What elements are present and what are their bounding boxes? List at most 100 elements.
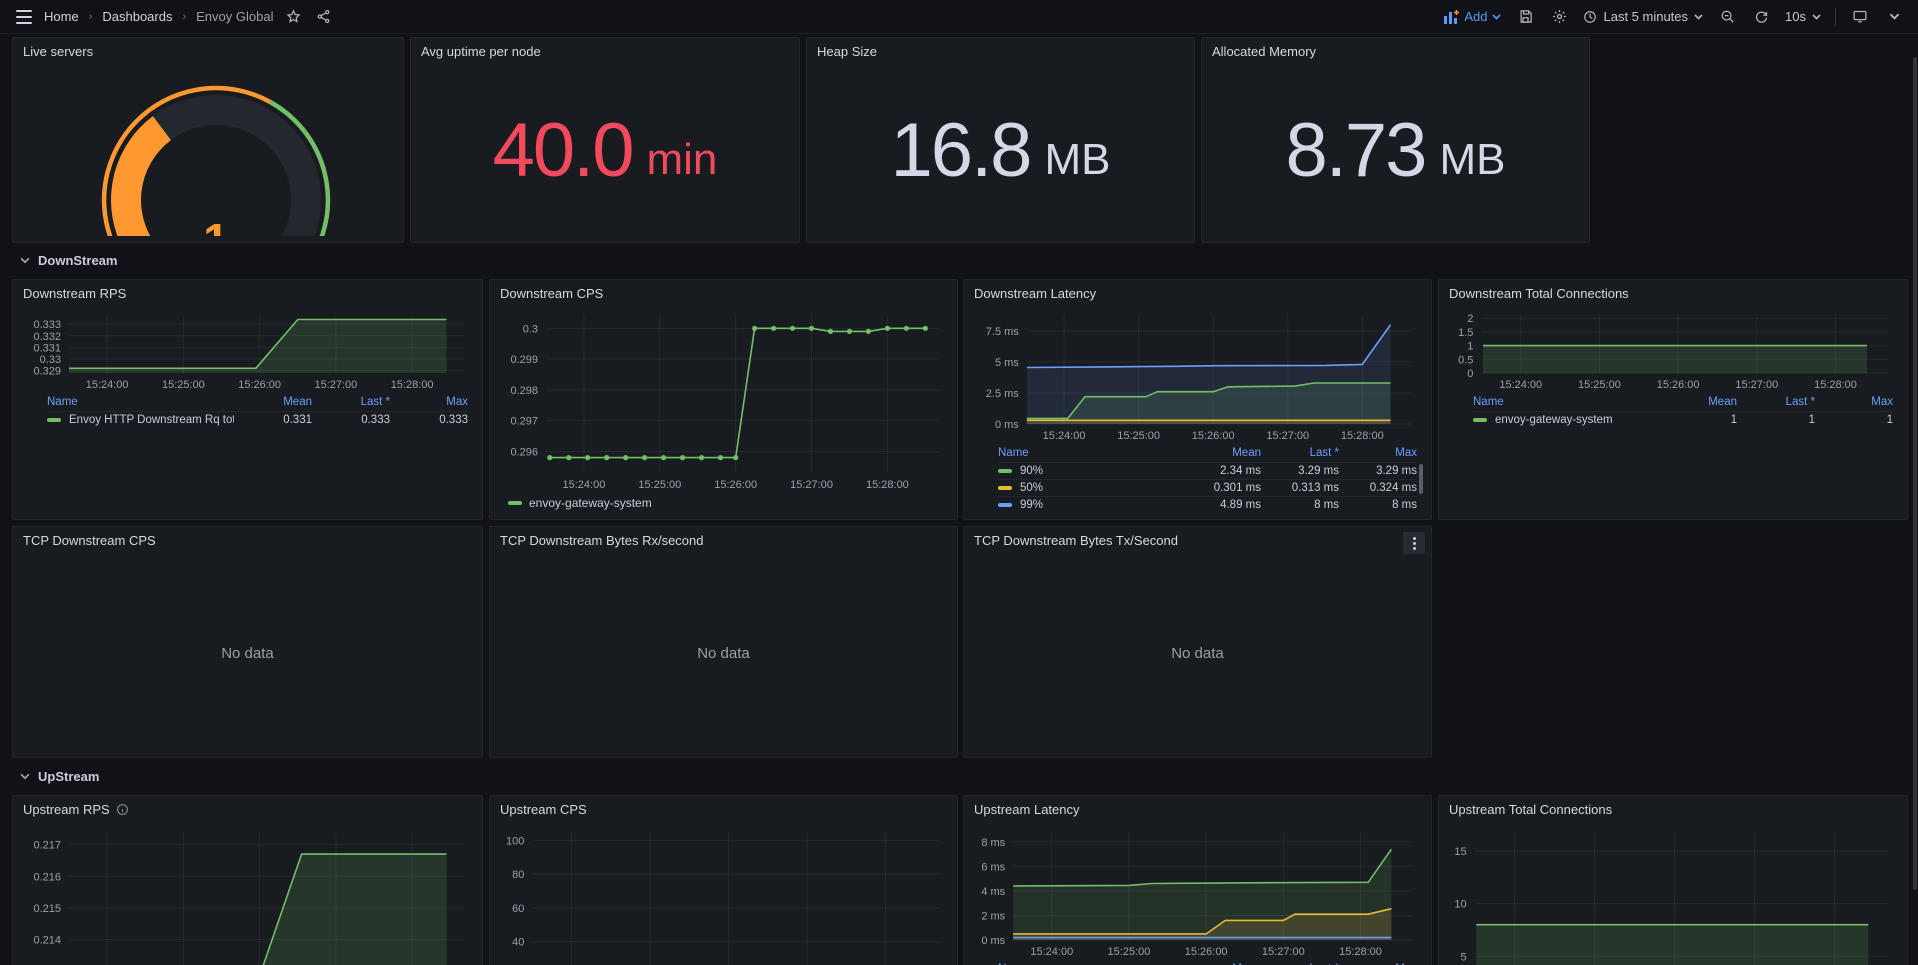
legend-column-header[interactable]: Name	[998, 447, 1183, 459]
svg-text:15:28:00: 15:28:00	[866, 479, 909, 491]
panel-title[interactable]: TCP Downstream Bytes Rx/second	[500, 533, 927, 548]
time-range-picker[interactable]: Last 5 minutes	[1583, 9, 1703, 24]
chevron-down-icon	[1492, 14, 1501, 20]
time-series-chart[interactable]: 7.5 ms5 ms2.5 ms0 ms15:24:0015:25:0015:2…	[972, 308, 1423, 444]
add-button[interactable]: Add	[1444, 9, 1501, 24]
legend-row[interactable]: envoy-gateway-system111	[1473, 411, 1893, 428]
legend-row[interactable]: 99%4.89 ms8 ms8 ms	[998, 496, 1417, 513]
panel-downstream-cps: Downstream CPS 0.30.2990.2980.2970.29615…	[489, 279, 958, 520]
panel-title[interactable]: Downstream RPS	[23, 286, 452, 301]
stat-value-group: 8.73 MB	[1210, 66, 1581, 236]
refresh-interval-picker[interactable]: 10s	[1785, 9, 1821, 24]
panel-title[interactable]: Downstream Total Connections	[1449, 286, 1877, 301]
chart-legend: NameMeanLast *Max envoy-gateway-system111	[1447, 393, 1899, 513]
panel-title[interactable]: Upstream RPS	[23, 802, 452, 817]
svg-text:0 ms: 0 ms	[995, 419, 1019, 431]
panel-title[interactable]: Downstream CPS	[500, 286, 927, 301]
legend-column-header[interactable]: Name	[1473, 396, 1659, 408]
save-icon[interactable]	[1515, 7, 1535, 27]
legend-header-row: NameMeanLast *Max	[998, 960, 1417, 965]
refresh-icon[interactable]	[1751, 7, 1771, 27]
panel-downstream-total-connections: Downstream Total Connections 21.510.5015…	[1438, 279, 1908, 520]
legend-header-row: NameMeanLast *Max	[47, 393, 468, 411]
legend-row[interactable]: Envoy HTTP Downstream Rq total0.3310.333…	[47, 411, 468, 428]
gauge-chart[interactable]: 1	[21, 66, 395, 236]
legend-column-header[interactable]: Max	[390, 396, 468, 408]
menu-icon[interactable]	[14, 7, 34, 27]
panel-tcp-downstream-cps: TCP Downstream CPS No data	[12, 526, 483, 758]
legend-swatch	[998, 469, 1012, 473]
legend-row[interactable]: 50%0.301 ms0.313 ms0.324 ms	[998, 479, 1417, 496]
zoom-out-icon[interactable]	[1717, 7, 1737, 27]
toolbar-chevron-down-icon[interactable]	[1884, 7, 1904, 27]
legend-column-header[interactable]: Max	[1339, 447, 1417, 459]
panel-title[interactable]: Allocated Memory	[1212, 44, 1559, 59]
breadcrumb-current: Envoy Global	[196, 9, 273, 24]
no-data-text: No data	[498, 555, 949, 751]
svg-text:2: 2	[1467, 313, 1473, 325]
page-scrollbar[interactable]	[1913, 57, 1917, 890]
legend-value: 0.333	[390, 414, 468, 426]
legend-item[interactable]: envoy-gateway-system	[508, 493, 943, 513]
svg-text:15:28:00: 15:28:00	[391, 379, 434, 391]
legend-column-header[interactable]: Max	[1815, 396, 1893, 408]
svg-text:15:25:00: 15:25:00	[1108, 946, 1151, 958]
dashboard: Home › Dashboards › Envoy Global Add	[0, 0, 1918, 965]
breadcrumb-home[interactable]: Home	[44, 9, 79, 24]
top-nav: Home › Dashboards › Envoy Global Add	[0, 0, 1918, 34]
panel-title[interactable]: Upstream Latency	[974, 802, 1401, 817]
star-icon[interactable]	[283, 7, 303, 27]
legend-label: 90%	[1020, 465, 1043, 477]
svg-text:15:27:00: 15:27:00	[790, 479, 833, 491]
svg-text:15:26:00: 15:26:00	[238, 379, 281, 391]
panel-title[interactable]: TCP Downstream Bytes Tx/Second	[974, 533, 1401, 548]
time-series-chart[interactable]: 21.510.5015:24:0015:25:0015:26:0015:27:0…	[1447, 308, 1899, 393]
panel-title[interactable]: Avg uptime per node	[421, 44, 769, 59]
svg-text:0.332: 0.332	[33, 331, 61, 343]
time-series-chart[interactable]: 0.2170.2160.2150.2140.21315:24:0015:25:0…	[21, 824, 474, 965]
tv-mode-icon[interactable]	[1850, 7, 1870, 27]
panel-upstream-latency: Upstream Latency 8 ms6 ms4 ms2 ms0 ms15:…	[963, 795, 1432, 965]
legend-column-header[interactable]: Mean	[234, 396, 312, 408]
svg-text:0.331: 0.331	[33, 342, 61, 354]
legend-value: 2.34 ms	[1183, 465, 1261, 477]
svg-text:15:24:00: 15:24:00	[563, 479, 606, 491]
breadcrumb-dashboards[interactable]: Dashboards	[102, 9, 172, 24]
stat-value: 8.73	[1286, 113, 1426, 189]
breadcrumb-separator: ›	[182, 11, 186, 23]
panel-title[interactable]: Live servers	[23, 44, 373, 59]
time-series-chart[interactable]: 0.3330.3320.3310.330.32915:24:0015:25:00…	[21, 308, 474, 393]
legend-column-header[interactable]: Mean	[1659, 396, 1737, 408]
time-series-chart[interactable]: 15105015:24:0015:25:0015:26:0015:27:0015…	[1447, 824, 1899, 965]
svg-text:0 ms: 0 ms	[981, 935, 1005, 947]
time-series-chart[interactable]: 0.30.2990.2980.2970.29615:24:0015:25:001…	[498, 308, 949, 493]
stat-value: 40.0	[493, 113, 633, 189]
time-series-chart[interactable]: 8 ms6 ms4 ms2 ms0 ms15:24:0015:25:0015:2…	[972, 824, 1423, 960]
legend-column-header[interactable]: Mean	[1183, 447, 1261, 459]
legend-column-header[interactable]: Last *	[312, 396, 390, 408]
section-upstream[interactable]: UpStream	[20, 769, 99, 784]
info-icon	[116, 803, 129, 816]
chevron-down-icon	[20, 257, 30, 264]
stat-value-group: 16.8 MB	[815, 66, 1186, 236]
panel-title[interactable]: TCP Downstream CPS	[23, 533, 452, 548]
legend-row[interactable]: 90%2.34 ms3.29 ms3.29 ms	[998, 462, 1417, 479]
panel-menu-kebab-icon[interactable]	[1403, 532, 1425, 554]
section-downstream[interactable]: DownStream	[20, 253, 117, 268]
panel-title[interactable]: Downstream Latency	[974, 286, 1401, 301]
share-icon[interactable]	[313, 7, 333, 27]
svg-text:15:26:00: 15:26:00	[1192, 430, 1235, 442]
legend-column-header[interactable]: Last *	[1737, 396, 1815, 408]
svg-text:7.5 ms: 7.5 ms	[986, 326, 1020, 338]
legend-column-header[interactable]: Last *	[1261, 447, 1339, 459]
panel-title[interactable]: Upstream Total Connections	[1449, 802, 1877, 817]
legend-scrollbar[interactable]	[1419, 464, 1423, 494]
svg-text:15:24:00: 15:24:00	[1499, 379, 1542, 391]
settings-gear-icon[interactable]	[1549, 7, 1569, 27]
panel-title[interactable]: Heap Size	[817, 44, 1164, 59]
legend-swatch	[47, 418, 61, 422]
time-series-chart[interactable]: 10080604020015:24:0015:25:0015:26:0015:2…	[498, 824, 949, 965]
panel-title[interactable]: Upstream CPS	[500, 802, 927, 817]
legend-label: Envoy HTTP Downstream Rq total	[69, 414, 234, 426]
legend-column-header[interactable]: Name	[47, 396, 234, 408]
